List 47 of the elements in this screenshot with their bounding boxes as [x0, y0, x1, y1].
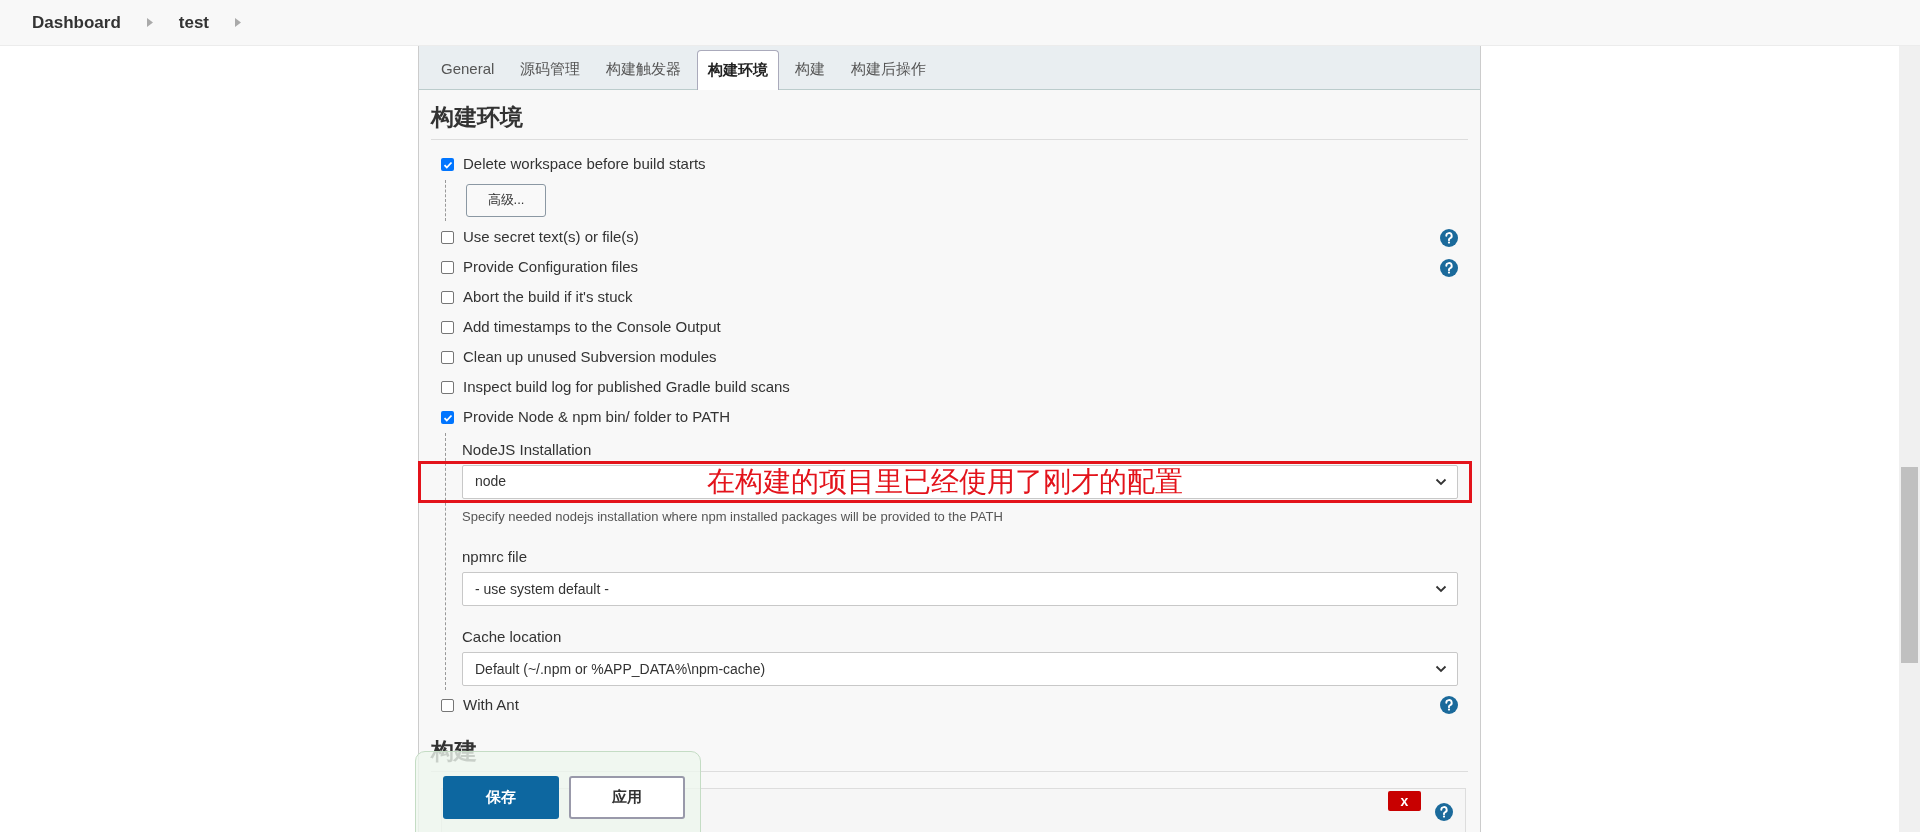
tab[interactable]: General: [431, 49, 505, 89]
tab[interactable]: 源码管理: [510, 49, 591, 89]
chevron-down-icon: [1435, 665, 1447, 673]
chevron-down-icon: [1435, 477, 1447, 486]
tab[interactable]: 构建触发器: [596, 49, 692, 89]
option-label: Add timestamps to the Console Output: [463, 317, 722, 338]
checkbox[interactable]: [441, 158, 454, 171]
annotation-text: 在构建的项目里已经使用了刚才的配置: [707, 467, 1183, 496]
checkbox[interactable]: [441, 261, 454, 274]
field-label: npmrc file: [462, 547, 529, 567]
tab[interactable]: 构建环境: [697, 50, 780, 90]
scrollbar-thumb[interactable]: [1901, 467, 1918, 663]
option-label: Abort the build if it's stuck: [463, 287, 634, 308]
checkbox[interactable]: [441, 381, 454, 394]
apply-button[interactable]: 应用: [569, 776, 685, 819]
breadcrumb-link[interactable]: test: [178, 9, 210, 36]
checkbox[interactable]: [441, 411, 454, 424]
option-label: Provide Node & npm bin/ folder to PATH: [463, 407, 732, 428]
checkbox[interactable]: [441, 698, 454, 712]
option-label: Use secret text(s) or file(s): [463, 227, 640, 248]
checkbox[interactable]: [441, 321, 454, 334]
breadcrumb-link[interactable]: Dashboard: [32, 9, 121, 36]
delete-button[interactable]: x: [1388, 790, 1421, 811]
advanced-button[interactable]: 高级...: [466, 183, 546, 217]
help-icon[interactable]: [1440, 696, 1458, 714]
option-label: With Ant: [463, 694, 520, 715]
tab[interactable]: 构建后操作: [841, 49, 937, 89]
field-hint: Specify needed nodejs installation where npm installed packages will be provided to the PATH: [462, 507, 1004, 526]
field-label: NodeJS Installation: [462, 439, 593, 460]
scrollbar[interactable]: [1899, 46, 1920, 832]
dropdown-select[interactable]: Default (~/.npm or %APP_DATA%\npm-cache): [462, 652, 1458, 686]
dropdown-select[interactable]: - use system default -: [462, 572, 1458, 606]
checkbox[interactable]: [441, 291, 454, 304]
section-title: 构建环境: [431, 90, 1468, 140]
save-button[interactable]: 保存: [443, 776, 559, 819]
option-label: Provide Configuration files: [463, 257, 640, 278]
chevron-down-icon: [1435, 585, 1447, 593]
help-icon[interactable]: [1440, 258, 1458, 277]
tab[interactable]: 构建: [785, 49, 836, 89]
checkbox[interactable]: [441, 351, 454, 364]
option-label: Delete workspace before build starts: [463, 154, 707, 175]
help-icon[interactable]: [1440, 228, 1458, 247]
checkbox[interactable]: [441, 231, 454, 244]
option-label: Inspect build log for published Gradle build scans: [463, 377, 791, 398]
option-label: Clean up unused Subversion modules: [463, 347, 718, 368]
help-icon[interactable]: [1435, 802, 1453, 821]
field-label: Cache location: [462, 627, 563, 647]
